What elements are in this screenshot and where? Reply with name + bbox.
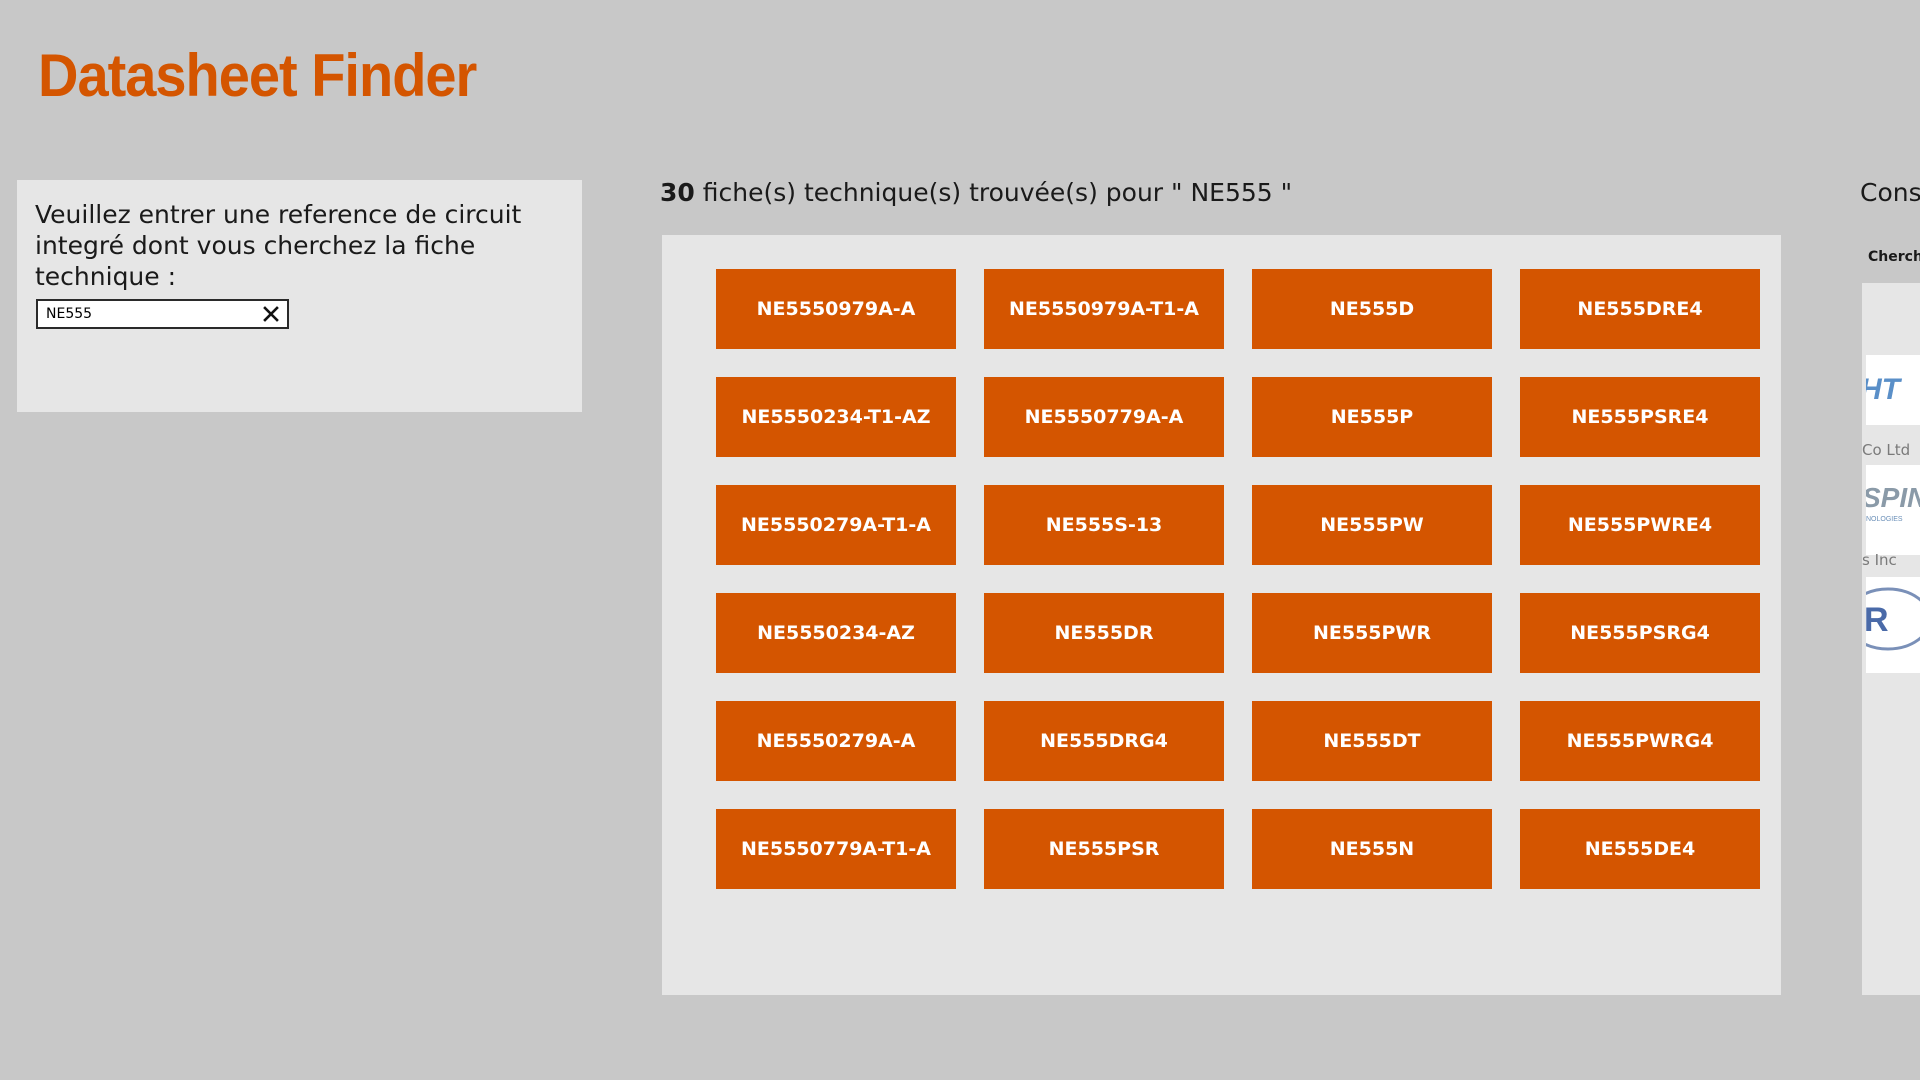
result-tile[interactable]: NE555S-13 <box>984 485 1224 565</box>
search-input[interactable] <box>46 301 246 327</box>
result-tile[interactable]: NE555DT <box>1252 701 1492 781</box>
manufacturer-logo-tile[interactable]: R <box>1866 577 1920 673</box>
search-prompt: Veuillez entrer une reference de circuit… <box>35 200 522 291</box>
search-box[interactable] <box>36 299 289 329</box>
manufacturers-subheading[interactable]: Cherche <box>1868 249 1920 265</box>
result-tile[interactable]: NE555PW <box>1252 485 1492 565</box>
manufacturer-logo-r-text: R <box>1866 601 1889 639</box>
manufacturers-panel: HT Co Ltd SPIN NOLOGIES s Inc R <box>1862 283 1920 995</box>
result-tile[interactable]: NE555D <box>1252 269 1492 349</box>
result-tile[interactable]: NE5550279A-T1-A <box>716 485 956 565</box>
manufacturer-logo-tile[interactable]: SPIN NOLOGIES <box>1866 465 1920 555</box>
manufacturer-logo-spin: SPIN NOLOGIES <box>1866 482 1920 523</box>
result-tile[interactable]: NE5550779A-T1-A <box>716 809 956 889</box>
result-tile[interactable]: NE5550979A-A <box>716 269 956 349</box>
result-tile[interactable]: NE555PWR <box>1252 593 1492 673</box>
result-tile[interactable]: NE555DR <box>984 593 1224 673</box>
result-tile[interactable]: NE555P <box>1252 377 1492 457</box>
manufacturers-heading: Cons <box>1860 178 1920 207</box>
result-tile[interactable]: NE555N <box>1252 809 1492 889</box>
manufacturer-logo-spin-subtext: NOLOGIES <box>1866 516 1903 523</box>
manufacturer-logo-ht-text: HT <box>1866 373 1903 406</box>
result-tile[interactable]: NE555PWRG4 <box>1520 701 1760 781</box>
close-icon <box>263 306 279 322</box>
clear-search-button[interactable] <box>259 302 283 326</box>
result-tile[interactable]: NE5550979A-T1-A <box>984 269 1224 349</box>
result-tile[interactable]: NE5550234-T1-AZ <box>716 377 956 457</box>
result-tile[interactable]: NE555DRG4 <box>984 701 1224 781</box>
result-tile[interactable]: NE555DRE4 <box>1520 269 1760 349</box>
result-tile[interactable]: NE555PWRE4 <box>1520 485 1760 565</box>
manufacturer-name: Co Ltd <box>1862 441 1911 459</box>
result-tile[interactable]: NE5550779A-A <box>984 377 1224 457</box>
manufacturer-logo-tile[interactable]: HT <box>1866 355 1920 425</box>
manufacturer-logo-spin-text: SPIN <box>1866 482 1920 513</box>
result-tile[interactable]: NE555PSRE4 <box>1520 377 1760 457</box>
results-grid: NE5550979A-A NE5550979A-T1-A NE555D NE555DR… <box>716 269 1760 889</box>
manufacturer-logo-ht: HT <box>1866 373 1903 406</box>
app-title: Datasheet Finder <box>38 41 477 110</box>
search-panel: Veuillez entrer une reference de circuit… <box>17 180 582 412</box>
results-header: 30 fiche(s) technique(s) trouvée(s) pour… <box>660 178 1292 207</box>
results-count: 30 <box>660 178 695 207</box>
result-tile[interactable]: NE555PSR <box>984 809 1224 889</box>
result-tile[interactable]: NE555DE4 <box>1520 809 1760 889</box>
results-header-text: fiche(s) technique(s) trouvée(s) pour " … <box>694 178 1293 207</box>
result-tile[interactable]: NE5550234-AZ <box>716 593 956 673</box>
manufacturer-logo-r: R <box>1866 587 1920 651</box>
manufacturer-name: s Inc <box>1862 551 1897 569</box>
result-tile[interactable]: NE5550279A-A <box>716 701 956 781</box>
results-panel: NE5550979A-A NE5550979A-T1-A NE555D NE555DR… <box>662 235 1781 995</box>
result-tile[interactable]: NE555PSRG4 <box>1520 593 1760 673</box>
